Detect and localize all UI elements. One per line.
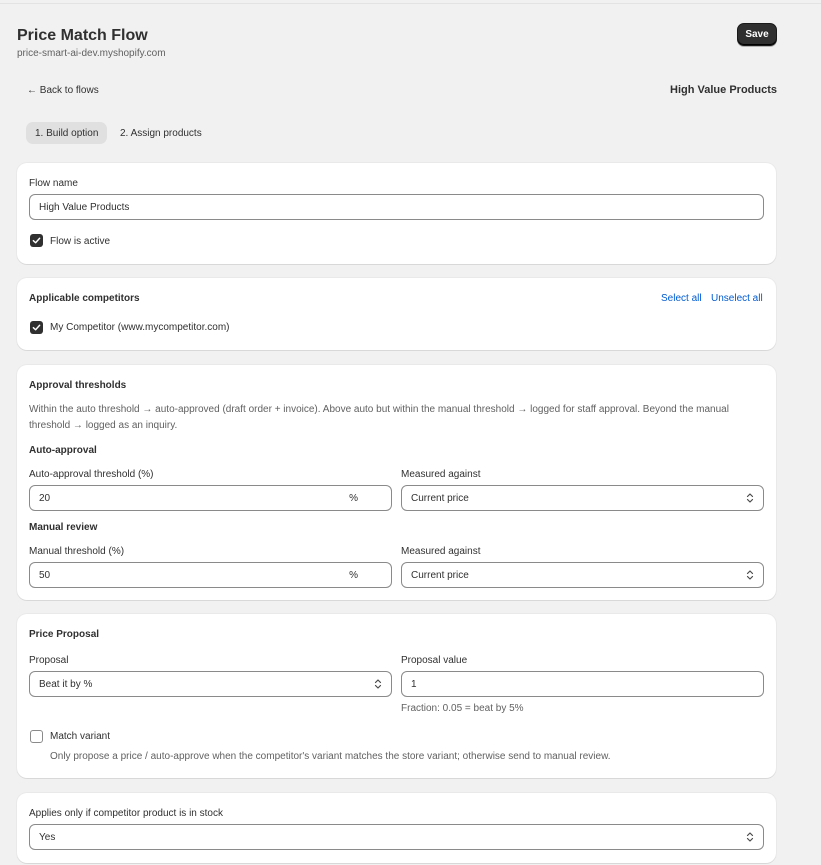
manual-measured-label: Measured against [401,546,481,557]
approval-thresholds-card: Approval thresholds Within the auto thre… [17,365,776,600]
top-divider [0,3,821,4]
percent-suffix: % [349,493,358,504]
select-chevron-icon [746,832,754,842]
manual-measured-value: Current price [411,569,469,581]
tab-build-option[interactable]: 1. Build option [26,122,108,144]
manual-review-heading: Manual review [29,522,98,533]
stock-condition-label: Applies only if competitor product is in… [29,808,223,819]
store-domain: price-smart-ai-dev.myshopify.com [17,48,166,59]
checkmark-icon [32,324,41,331]
competitors-title: Applicable competitors [29,293,140,304]
proposal-value-label: Proposal value [401,655,468,666]
flow-active-checkbox[interactable] [30,234,43,247]
percent-suffix: % [349,570,358,581]
flow-name-input[interactable]: High Value Products [29,194,764,220]
auto-threshold-input[interactable]: 20 % [29,485,392,511]
proposal-value-help: Fraction: 0.05 = beat by 5% [401,703,524,714]
match-variant-label: Match variant [50,731,111,742]
match-variant-help: Only propose a price / auto-approve when… [50,751,611,762]
select-chevron-icon [746,570,754,580]
proposal-label: Proposal [29,655,69,666]
flow-name-label: Flow name [29,178,78,189]
competitor-label: My Competitor (www.mycompetitor.com) [50,322,230,333]
stock-condition-value: Yes [39,831,56,843]
competitors-card: Applicable competitors Select all Unsele… [17,278,776,350]
back-to-flows-link[interactable]: ← Back to flows [27,85,99,96]
auto-measured-select[interactable]: Current price [401,485,764,511]
auto-approval-heading: Auto-approval [29,445,97,456]
save-button[interactable]: Save [737,23,777,46]
flow-active-label: Flow is active [50,236,111,247]
manual-measured-select[interactable]: Current price [401,562,764,588]
page-title: Price Match Flow [17,27,148,44]
select-chevron-icon [374,679,382,689]
competitor-checkbox[interactable] [30,321,43,334]
unselect-all-link[interactable]: Unselect all [711,293,763,304]
auto-threshold-label: Auto-approval threshold (%) [29,469,154,480]
auto-measured-label: Measured against [401,469,481,480]
stock-condition-card: Applies only if competitor product is in… [17,793,776,863]
proposal-select-value: Beat it by % [39,678,93,690]
auto-measured-value: Current price [411,492,469,504]
proposal-title: Price Proposal [29,629,100,640]
auto-threshold-value: 20 [39,492,51,504]
select-chevron-icon [746,493,754,503]
flow-name-value: High Value Products [39,201,130,213]
manual-threshold-value: 50 [39,569,51,581]
match-variant-checkbox[interactable] [30,730,43,743]
flow-settings-card: Flow name High Value Products Flow is ac… [17,163,776,264]
select-all-link[interactable]: Select all [661,293,702,304]
thresholds-title: Approval thresholds [29,380,127,391]
price-proposal-card: Price Proposal Proposal Beat it by % Pro… [17,614,776,778]
proposal-value-text: 1 [411,678,417,690]
tab-assign-products[interactable]: 2. Assign products [111,122,211,144]
stock-condition-select[interactable]: Yes [29,824,764,850]
manual-threshold-label: Manual threshold (%) [29,546,125,557]
checkmark-icon [32,237,41,244]
manual-threshold-input[interactable]: 50 % [29,562,392,588]
flow-name-heading: High Value Products [670,84,777,96]
proposal-select[interactable]: Beat it by % [29,671,392,697]
thresholds-description: Within the auto threshold → auto-approve… [29,404,729,431]
proposal-value-input[interactable]: 1 [401,671,764,697]
